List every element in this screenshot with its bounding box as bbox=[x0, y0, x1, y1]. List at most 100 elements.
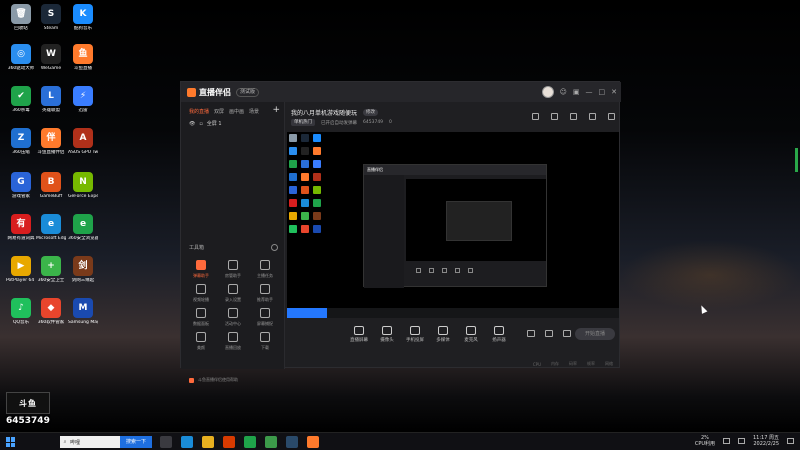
desktop-icon[interactable]: 有网易有道词典 bbox=[6, 214, 36, 241]
status-bar: CPU 内存 码率 帧率 网络 bbox=[285, 359, 621, 369]
task-view-icon[interactable] bbox=[160, 436, 172, 448]
desktop-icon[interactable]: ▶ PotPlayer 64 bit bbox=[6, 256, 36, 283]
skin-icon[interactable]: ▣ bbox=[573, 87, 580, 97]
desktop-icon[interactable]: B GameBuff bbox=[36, 172, 66, 199]
tool-item[interactable]: 美颜 bbox=[185, 332, 217, 350]
cpu-meter[interactable]: 2% CPU利用 bbox=[695, 435, 715, 447]
help-link[interactable]: 斗鱼直播伴侣使用帮助 bbox=[189, 377, 238, 383]
office-icon[interactable] bbox=[223, 436, 235, 448]
desktop-icon[interactable]: +360安全卫士 bbox=[36, 256, 66, 283]
category-tag[interactable]: 单机热门 bbox=[291, 119, 315, 126]
close-button[interactable]: ✕ bbox=[611, 87, 617, 97]
tool-item[interactable]: 屏幕捕捉 bbox=[249, 308, 281, 326]
desktop-icon[interactable]: 🗑 回收站 bbox=[6, 4, 36, 31]
app-icon: G bbox=[11, 172, 31, 192]
lock-icon[interactable]: ▫ bbox=[199, 121, 202, 127]
preview-icon bbox=[313, 212, 321, 220]
eye-icon[interactable] bbox=[545, 330, 553, 337]
tab-pip[interactable]: 画中画 bbox=[229, 108, 244, 115]
gift-icon[interactable] bbox=[532, 113, 539, 120]
toolbox-settings-icon[interactable] bbox=[271, 244, 278, 251]
store-icon[interactable] bbox=[551, 113, 558, 120]
microphone-icon bbox=[466, 326, 476, 335]
clock[interactable]: 11:17 周五 2022/2/25 bbox=[753, 435, 779, 447]
desktop-icon[interactable]: G 游戏管家 bbox=[6, 172, 36, 199]
douyu-logo: 斗鱼 bbox=[6, 392, 50, 414]
tab-my-live[interactable]: 我的直播 bbox=[189, 108, 209, 115]
desktop-icon[interactable]: N GeForce Experience bbox=[68, 172, 98, 199]
tool-item[interactable]: 录入设置 bbox=[217, 284, 249, 302]
tool-label: 房管助手 bbox=[225, 273, 241, 278]
source-microphone-button[interactable]: 麦克风 bbox=[457, 326, 485, 344]
desktop-icon[interactable]: A ASUS GPU Tweak II bbox=[68, 128, 98, 155]
tool-item[interactable]: 推荐助手 bbox=[249, 284, 281, 302]
desktop-icon[interactable]: 鱼斗鱼直播 bbox=[68, 44, 98, 71]
tool-item[interactable]: 弹幕助手 bbox=[185, 260, 217, 278]
explorer-icon[interactable] bbox=[202, 436, 214, 448]
scene-item[interactable]: 👁 ▫ 全屏 1 bbox=[181, 115, 284, 132]
desktop-icon[interactable]: M Samsung Magician bbox=[68, 298, 98, 325]
desktop-icon[interactable]: ◆ 360软件管家 bbox=[36, 298, 66, 325]
room-subtitle: 已开启自动发弹幕 bbox=[321, 120, 357, 126]
desktop-icon[interactable]: e Microsoft Edge bbox=[36, 214, 66, 241]
desktop-icon[interactable]: S Steam bbox=[36, 4, 66, 31]
desktop-icon[interactable]: e 360安全浏览器 bbox=[68, 214, 98, 241]
start-button[interactable] bbox=[6, 437, 16, 447]
main-panel: 我的八月单机游戏随便玩 修改 单机热门 已开启自动发弹幕 6453749 0 直… bbox=[285, 102, 621, 369]
edit-title-button[interactable]: 修改 bbox=[363, 109, 379, 116]
start-live-button[interactable]: 开始直播 bbox=[575, 328, 615, 340]
desktop-icon-label: Microsoft Edge bbox=[36, 236, 66, 241]
source-speaker-button[interactable]: 扬声器 bbox=[485, 326, 513, 344]
preview-icon bbox=[289, 173, 297, 181]
tool-item[interactable]: 视频轮播 bbox=[185, 284, 217, 302]
source-phone-cast-button[interactable]: 手机投屏 bbox=[401, 326, 429, 344]
source-camera-button[interactable]: 摄像头 bbox=[373, 326, 401, 344]
edge-icon[interactable] bbox=[181, 436, 193, 448]
tool-item[interactable]: 房管助手 bbox=[217, 260, 249, 278]
douyu-companion-icon[interactable] bbox=[307, 436, 319, 448]
taskbar-search[interactable]: ⌕ 哔哩 搜索一下 bbox=[60, 436, 152, 448]
bell-icon[interactable] bbox=[589, 113, 596, 120]
eye-icon[interactable]: 👁 bbox=[189, 121, 195, 127]
desktop-icon[interactable]: ♪ QQ音乐 bbox=[6, 298, 36, 325]
desktop-icon[interactable]: W WeGame bbox=[36, 44, 66, 71]
desktop-icon[interactable]: ⚡ 迅雷 bbox=[68, 86, 98, 113]
desktop-icon[interactable]: K 酷狗音乐 bbox=[68, 4, 98, 31]
network-icon[interactable] bbox=[723, 438, 730, 444]
add-scene-button[interactable]: + bbox=[272, 105, 280, 115]
stream-preview[interactable]: 直播伴侣 bbox=[287, 132, 619, 318]
avatar[interactable] bbox=[541, 86, 554, 98]
settings-icon[interactable] bbox=[563, 330, 571, 337]
tool-item[interactable]: 主播任务 bbox=[249, 260, 281, 278]
tool-item[interactable]: 下载 bbox=[249, 332, 281, 350]
desktop-icon[interactable]: ✔ 360杀毒 bbox=[6, 86, 36, 113]
share-icon[interactable] bbox=[608, 113, 615, 120]
tool-item[interactable]: 活动中心 bbox=[217, 308, 249, 326]
chrome-icon[interactable] bbox=[265, 436, 277, 448]
desktop-icon-label: 斗鱼直播 bbox=[74, 66, 92, 71]
desktop-icon[interactable]: 剑剑网三缘起 bbox=[68, 256, 98, 283]
source-label: 扬声器 bbox=[492, 338, 506, 343]
tab-dual-screen[interactable]: 双屏 bbox=[214, 108, 224, 115]
source-screen-button[interactable]: 直播屏幕 bbox=[345, 326, 373, 344]
bag-icon[interactable] bbox=[570, 113, 577, 120]
volume-icon[interactable] bbox=[738, 438, 745, 444]
source-media-button[interactable]: 多媒体 bbox=[429, 326, 457, 344]
record-icon[interactable] bbox=[527, 330, 535, 337]
steam-icon[interactable] bbox=[286, 436, 298, 448]
desktop-icon[interactable]: ◎ 360驱动大师 bbox=[6, 44, 36, 71]
chat-icon[interactable]: ☺ bbox=[560, 87, 567, 97]
tab-scene[interactable]: 场景 bbox=[249, 108, 259, 115]
360browser-icon[interactable] bbox=[244, 436, 256, 448]
desktop-icon[interactable]: Z 360压缩 bbox=[6, 128, 36, 155]
tool-icon bbox=[196, 260, 206, 270]
desktop-icon[interactable]: L 英雄联盟 bbox=[36, 86, 66, 113]
nested-control-icon bbox=[468, 267, 473, 273]
desktop-icon[interactable]: 伴斗鱼直播伴侣 bbox=[36, 128, 66, 155]
maximize-button[interactable]: □ bbox=[599, 87, 606, 97]
tool-item[interactable]: 直播回放 bbox=[217, 332, 249, 350]
notification-icon[interactable] bbox=[787, 438, 794, 444]
tool-item[interactable]: 数据面板 bbox=[185, 308, 217, 326]
search-button[interactable]: 搜索一下 bbox=[120, 436, 152, 448]
minimize-button[interactable]: — bbox=[586, 87, 593, 97]
